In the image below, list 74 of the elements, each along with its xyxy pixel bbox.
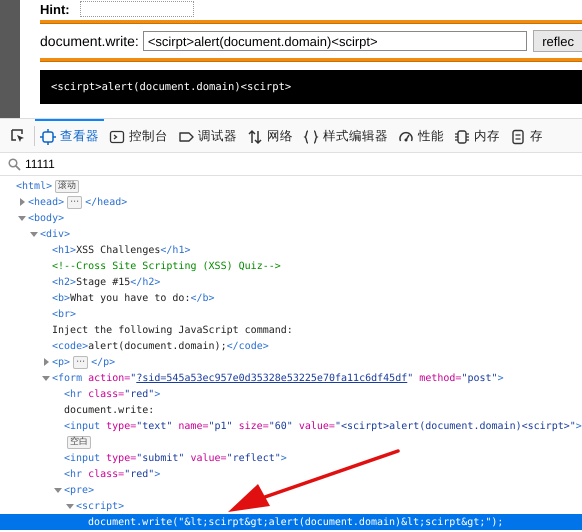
hint-label: Hint: [40, 2, 70, 16]
console-icon [109, 128, 125, 144]
tree-row[interactable]: <hr class="red"> [0, 466, 582, 482]
code-text: <pre> [64, 484, 94, 496]
code-text: <input type="submit" value="reflect"> [64, 452, 287, 464]
devtools-tab[interactable]: 存 [505, 119, 548, 152]
network-icon [247, 128, 263, 144]
expanded-triangle-icon[interactable] [42, 374, 50, 382]
tree-row[interactable]: <h1>XSS Challenges</h1> [0, 242, 582, 258]
tree-row[interactable]: <input type="submit" value="reflect"> [0, 450, 582, 466]
field-label: document.write: [40, 33, 139, 49]
tree-row[interactable]: <b>What you have to do:</b> [0, 290, 582, 306]
tree-row[interactable]: <script> [0, 498, 582, 514]
code-text: <code>alert(document.domain);</code> [52, 340, 269, 352]
collapsed-triangle-icon[interactable] [18, 198, 26, 206]
code-text: <div> [40, 228, 70, 240]
devtools-tab[interactable]: 网络 [242, 119, 298, 152]
tree-row[interactable]: <html> 滚动 [0, 178, 582, 194]
tree-row[interactable]: <head> ⋯ </head> [0, 194, 582, 210]
tree-row[interactable]: <p> ⋯ </p> [0, 354, 582, 370]
code-text: <form action="?sid=545a53ec957e0d35328e53225e70fa11c6df45df" method="post"> [52, 372, 504, 384]
code-text: document.write: [64, 404, 154, 416]
code-text: <hr class="red"> [64, 468, 160, 480]
output-text: <scirpt>alert(document.domain)<scirpt> [51, 81, 292, 93]
braces-icon [303, 128, 319, 144]
tree-row[interactable]: Inject the following JavaScript command: [0, 322, 582, 338]
markup-badge[interactable]: ⋯ [73, 356, 88, 368]
input-field[interactable]: <scirpt>alert(document.domain)<scirpt> [142, 31, 528, 51]
tree-row[interactable]: <input type="text" name="p1" size="60" value="<scirpt>alert(document.domain)<scirpt>"> [0, 418, 582, 434]
markup-badge[interactable]: 空白 [67, 436, 91, 448]
code-text: <p> [52, 356, 70, 368]
search-icon [8, 158, 21, 170]
collapsed-triangle-icon[interactable] [42, 358, 50, 366]
tree-row[interactable]: <div> [0, 226, 582, 242]
markup-badge[interactable]: 滚动 [55, 180, 80, 192]
code-text: <h2>Stage #15</h2> [52, 276, 160, 288]
search-field[interactable]: 11111 [25, 157, 225, 171]
devtools-tab[interactable]: 内存 [449, 119, 505, 152]
code-text: <input type="text" name="p1" size="60" value="<scirpt>alert(document.domain)<scirpt>"> [64, 420, 582, 432]
tree-row[interactable]: <br> [0, 306, 582, 322]
code-text: Inject the following JavaScript command: [52, 324, 293, 336]
code-text: <hr class="red"> [64, 388, 160, 400]
code-text: </head> [85, 196, 128, 208]
code-text: <head> [28, 196, 64, 208]
storage-icon [510, 128, 526, 144]
code-text: <br> [52, 308, 76, 320]
picker-icon [10, 128, 26, 144]
tree-row[interactable]: <form action="?sid=545a53ec957e0d35328e53225e70fa11c6df45df" method="post"> [0, 370, 582, 386]
tree-row[interactable]: <code>alert(document.domain);</code> [0, 338, 582, 354]
devtools-tab[interactable]: 控制台 [104, 119, 173, 152]
devtools-tab[interactable]: 样式编辑器 [298, 119, 393, 152]
code-text: <html> [16, 180, 52, 192]
code-text: <body> [28, 212, 64, 224]
devtools-tab[interactable]: 调试器 [173, 119, 242, 152]
devtools-tab[interactable]: 查看器 [35, 119, 104, 152]
code-text: document.write("&lt;scirpt&gt;alert(document.domain)&lt;scirpt&gt;"); [88, 516, 504, 528]
code-text: <b>What you have to do:</b> [52, 292, 215, 304]
tree-row[interactable]: <pre> [0, 482, 582, 498]
tree-row[interactable]: <h2>Stage #15</h2> [0, 274, 582, 290]
tree-row[interactable]: <!--Cross Site Scripting (XSS) Quiz--> [0, 258, 582, 274]
tree-row[interactable]: document.write("&lt;scirpt&gt;alert(document.domain)&lt;scirpt&gt;"); [0, 514, 582, 530]
inspector-icon [40, 128, 56, 144]
code-text: <script> [76, 500, 124, 512]
markup-badge[interactable]: ⋯ [67, 196, 82, 208]
code-text: </p> [91, 356, 116, 368]
tree-row[interactable]: <body> [0, 210, 582, 226]
tree-row[interactable]: document.write: [0, 402, 582, 418]
devtools-tab[interactable]: 性能 [393, 119, 449, 152]
tree-row[interactable]: 空白 [0, 434, 582, 450]
code-text: <h1>XSS Challenges</h1> [52, 244, 190, 256]
code-text: <!--Cross Site Scripting (XSS) Quiz--> [52, 260, 281, 272]
chip-icon [454, 128, 470, 144]
reflect-button[interactable]: reflec [533, 30, 582, 52]
tree-row[interactable]: <hr class="red"> [0, 386, 582, 402]
